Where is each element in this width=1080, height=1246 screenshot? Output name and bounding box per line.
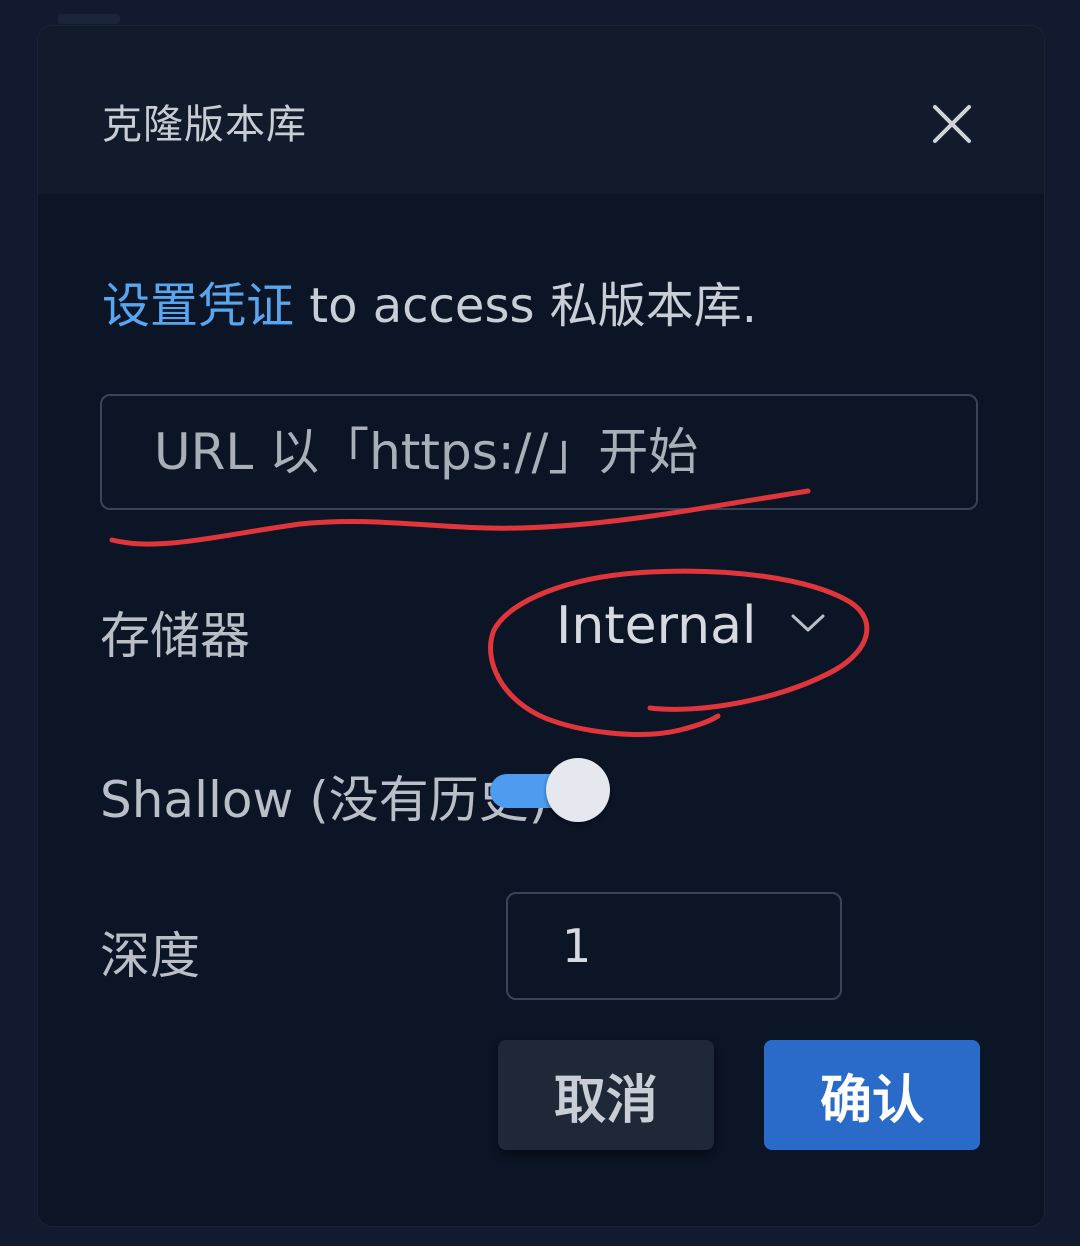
storage-label: 存储器	[100, 607, 250, 665]
depth-label: 深度	[100, 927, 200, 985]
url-input[interactable]	[100, 394, 978, 510]
cancel-button[interactable]: 取消	[498, 1040, 714, 1150]
confirm-button[interactable]: 确认	[764, 1040, 980, 1150]
setup-credentials-link[interactable]: 设置凭证	[102, 278, 294, 334]
depth-input[interactable]	[506, 892, 842, 1000]
credentials-hint-text: to access 私版本库.	[294, 278, 757, 334]
toggle-thumb	[546, 758, 610, 822]
close-button[interactable]	[918, 90, 986, 158]
close-icon	[933, 105, 971, 143]
storage-select[interactable]: Internal	[556, 586, 846, 666]
chevron-down-icon	[791, 614, 825, 632]
background-tab	[58, 14, 120, 24]
dialog-title: 克隆版本库	[102, 102, 307, 148]
storage-selected-value: Internal	[556, 596, 757, 656]
credentials-hint: 设置凭证 to access 私版本库.	[102, 266, 757, 336]
shallow-label: Shallow (没有历史)	[100, 771, 549, 829]
shallow-toggle[interactable]	[490, 756, 614, 826]
dialog-header: 克隆版本库	[38, 26, 1044, 194]
clone-repository-dialog: 克隆版本库 设置凭证 to access 私版本库. 存储器 Internal …	[38, 26, 1044, 1226]
